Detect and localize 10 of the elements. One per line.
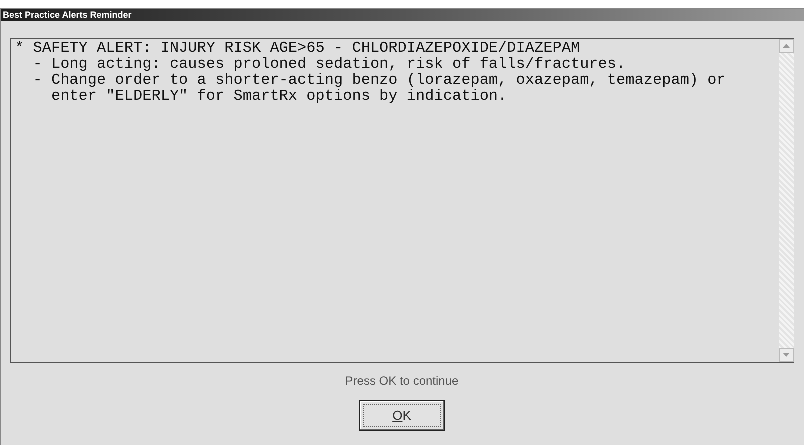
- ok-button[interactable]: OK: [359, 400, 445, 431]
- alert-line: enter "ELDERLY" for SmartRx options by indication.: [50, 88, 508, 104]
- alert-line: * SAFETY ALERT: INJURY RISK AGE>65 - CHLORDIAZEPOXIDE/DIAZEPAM: [15, 40, 582, 56]
- scrollbar[interactable]: [779, 38, 794, 363]
- prompt-text: Press OK to continue: [344, 374, 460, 388]
- window-title: Best Practice Alerts Reminder: [3, 10, 132, 20]
- alert-line: - Long acting: causes proloned sedation, risk of falls/fractures.: [32, 56, 627, 72]
- alert-line: - Change order to a shorter-acting benzo (lorazepam, oxazepam, temazepam) or: [32, 72, 727, 88]
- scroll-up-icon[interactable]: [779, 39, 794, 53]
- scroll-down-icon[interactable]: [779, 348, 794, 362]
